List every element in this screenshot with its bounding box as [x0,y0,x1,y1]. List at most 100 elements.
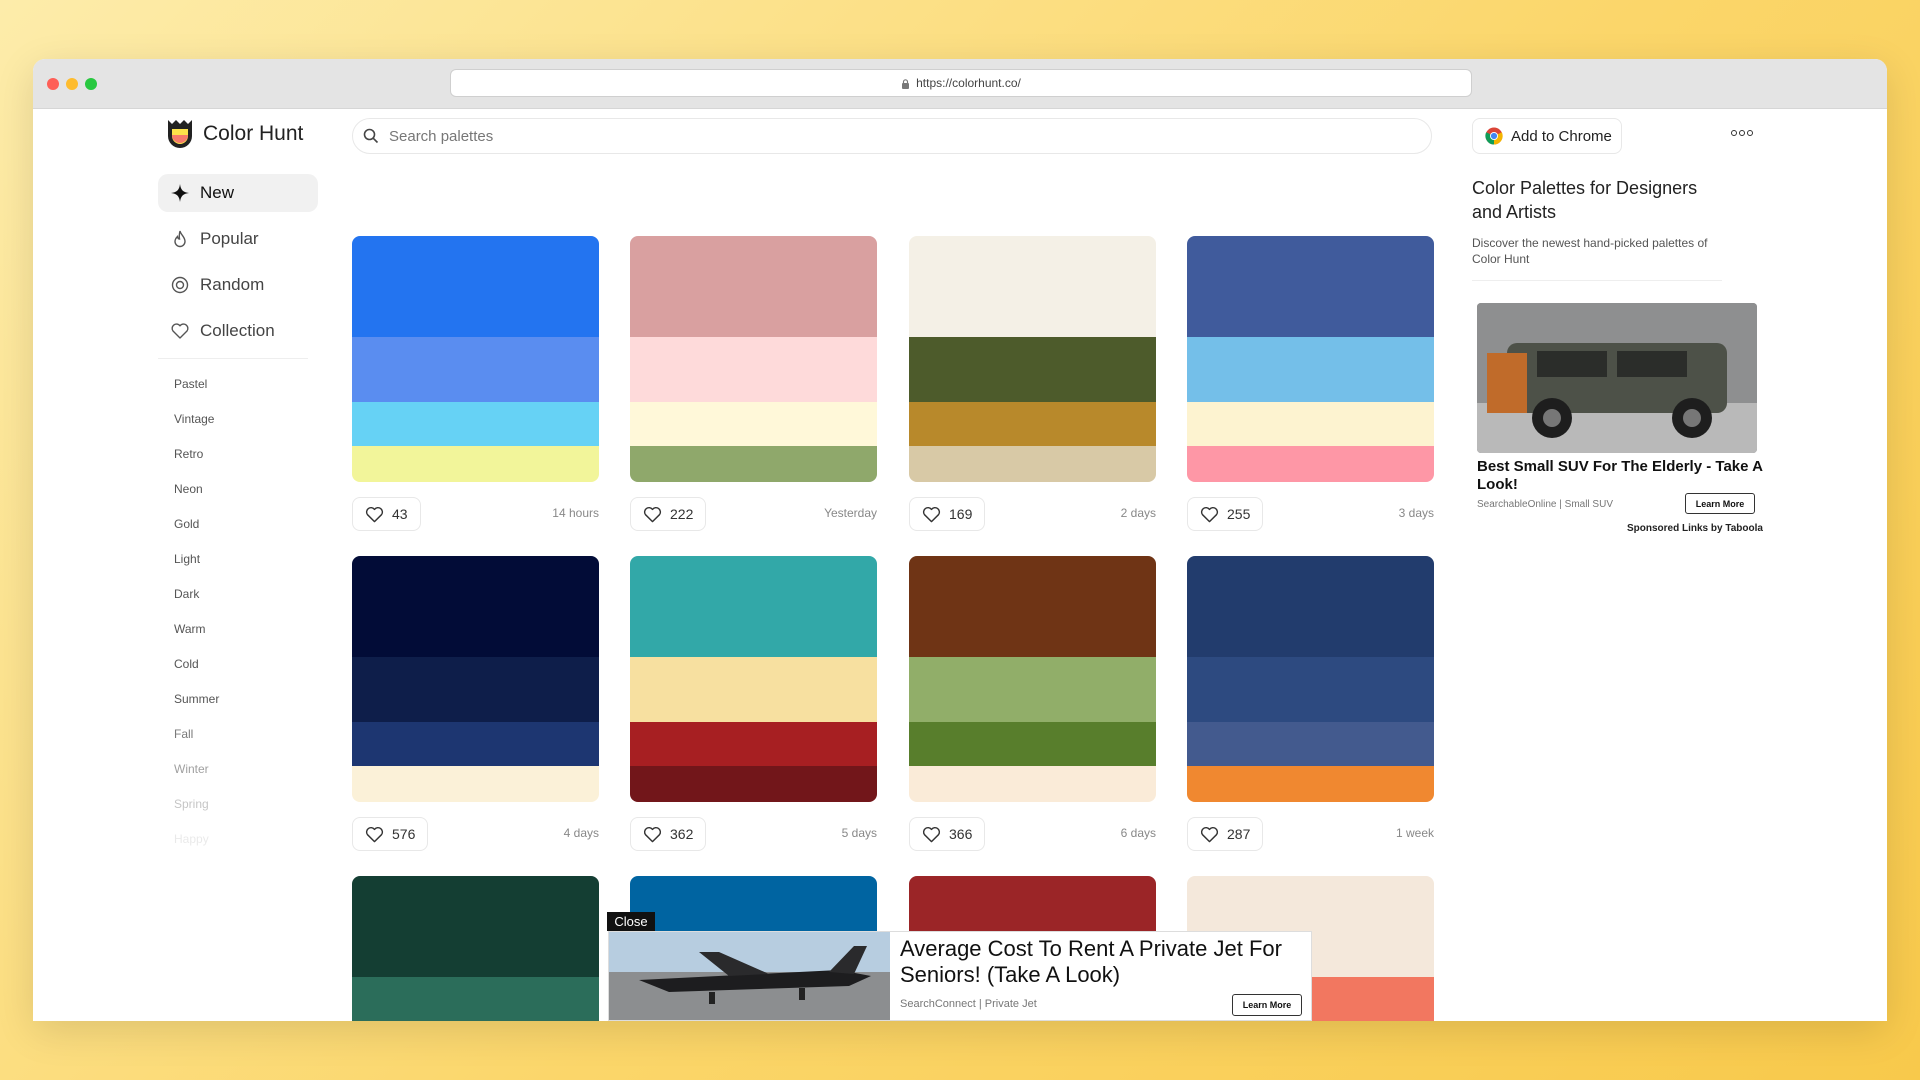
heart-icon [643,826,662,842]
color-band[interactable] [630,556,877,657]
color-band[interactable] [352,446,599,482]
ad-title[interactable]: Best Small SUV For The Elderly - Take A … [1477,458,1767,494]
like-button[interactable]: 576 [352,817,429,851]
palette-swatch[interactable] [909,556,1156,802]
palette-swatch[interactable] [1187,556,1434,802]
color-band[interactable] [630,657,877,722]
bottom-ad-learn-more-button[interactable]: Learn More [1232,994,1302,1016]
palette-card[interactable]: 43 14 hours [352,236,599,531]
color-band[interactable] [909,402,1156,446]
color-band[interactable] [909,556,1156,657]
color-band[interactable] [352,722,599,766]
color-band[interactable] [909,236,1156,337]
color-band[interactable] [909,766,1156,802]
color-band[interactable] [1187,766,1434,802]
like-button[interactable]: 255 [1187,497,1264,531]
palette-card[interactable]: 287 1 week [1187,556,1434,851]
palette-swatch[interactable] [1187,236,1434,482]
palette-card[interactable]: 222 Yesterday [630,236,877,531]
color-band[interactable] [352,402,599,446]
color-band[interactable] [352,657,599,722]
tag-pastel[interactable]: Pastel [158,375,318,410]
like-button[interactable]: 362 [630,817,707,851]
color-band[interactable] [909,446,1156,482]
tag-summer[interactable]: Summer [158,690,318,725]
search-input[interactable] [387,126,1431,146]
nav-item-new[interactable]: New [158,174,318,212]
color-band[interactable] [352,236,599,337]
ad-learn-more-button[interactable]: Learn More [1685,493,1755,514]
color-band[interactable] [909,657,1156,722]
nav-item-random[interactable]: Random [158,266,318,304]
palette-swatch[interactable] [352,556,599,802]
palette-card[interactable]: 366 6 days [909,556,1156,851]
color-band[interactable] [630,446,877,482]
ad-image-suv[interactable] [1477,303,1757,453]
tag-fall[interactable]: Fall [158,725,318,760]
bottom-ad-banner[interactable]: Average Cost To Rent A Private Jet For S… [608,931,1312,1021]
tag-dark[interactable]: Dark [158,585,318,620]
color-band[interactable] [352,766,599,802]
nav-item-popular[interactable]: Popular [158,220,318,258]
like-count: 366 [949,826,973,842]
palette-swatch[interactable] [352,236,599,482]
tag-cold[interactable]: Cold [158,655,318,690]
color-band[interactable] [352,556,599,657]
color-band[interactable] [352,337,599,402]
color-band[interactable] [352,876,599,977]
tag-retro[interactable]: Retro [158,445,318,480]
color-band[interactable] [1187,556,1434,657]
color-band[interactable] [630,722,877,766]
color-band[interactable] [630,402,877,446]
palette-swatch[interactable] [909,236,1156,482]
tag-happy[interactable]: Happy [158,830,318,865]
color-band[interactable] [352,977,599,1021]
palette-swatch[interactable] [352,876,599,1021]
tag-gold[interactable]: Gold [158,515,318,550]
tag-neon[interactable]: Neon [158,480,318,515]
palette-meta: 169 2 days [909,497,1156,531]
ad-sponsor-link[interactable]: Sponsored Links by Taboola [1627,523,1763,534]
maximize-window-button[interactable] [85,78,97,90]
color-band[interactable] [1187,402,1434,446]
heart-icon [922,826,941,842]
like-button[interactable]: 43 [352,497,421,531]
color-band[interactable] [630,236,877,337]
palette-swatch[interactable] [630,556,877,802]
palette-card[interactable]: 362 5 days [630,556,877,851]
tag-warm[interactable]: Warm [158,620,318,655]
more-options-icon[interactable] [1731,130,1753,136]
color-band[interactable] [1187,337,1434,402]
tag-winter[interactable]: Winter [158,760,318,795]
add-to-chrome-button[interactable]: Add to Chrome [1472,118,1622,154]
palette-card[interactable] [352,876,599,1021]
tag-spring[interactable]: Spring [158,795,318,830]
palette-card[interactable]: 169 2 days [909,236,1156,531]
color-band[interactable] [909,722,1156,766]
palette-card[interactable]: 255 3 days [1187,236,1434,531]
color-hunt-logo-icon [168,120,192,148]
color-band[interactable] [1187,236,1434,337]
tag-light[interactable]: Light [158,550,318,585]
palette-card[interactable]: 576 4 days [352,556,599,851]
like-button[interactable]: 366 [909,817,986,851]
like-button[interactable]: 222 [630,497,707,531]
tag-vintage[interactable]: Vintage [158,410,318,445]
search-icon [363,128,379,144]
close-window-button[interactable] [47,78,59,90]
color-band[interactable] [1187,722,1434,766]
color-band[interactable] [909,337,1156,402]
color-band[interactable] [630,337,877,402]
like-button[interactable]: 287 [1187,817,1264,851]
color-band[interactable] [1187,657,1434,722]
color-band[interactable] [630,766,877,802]
like-button[interactable]: 169 [909,497,986,531]
close-ad-button[interactable]: Close [607,912,655,931]
logo[interactable]: Color Hunt [165,118,303,150]
minimize-window-button[interactable] [66,78,78,90]
search-box[interactable] [352,118,1432,154]
color-band[interactable] [1187,446,1434,482]
palette-swatch[interactable] [630,236,877,482]
address-bar[interactable]: https://colorhunt.co/ [450,69,1472,97]
nav-item-collection[interactable]: Collection [158,312,318,350]
